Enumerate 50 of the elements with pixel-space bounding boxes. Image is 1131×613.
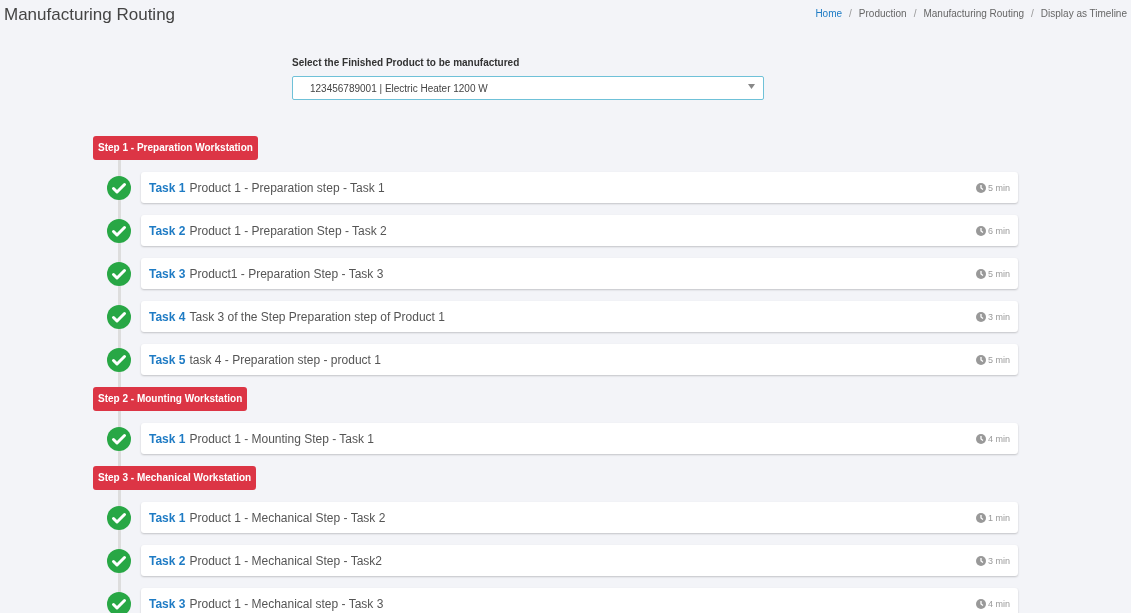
task-name: Task 3 (149, 596, 186, 611)
task-name: Task 1 (149, 431, 186, 446)
clock-icon (976, 311, 986, 322)
step-badge: Step 1 - Preparation Workstation (93, 136, 258, 160)
task-description: Product 1 - Preparation Step - Task 2 (189, 223, 387, 238)
task-description: Product 1 - Mechanical Step - Task 2 (189, 510, 386, 525)
task-description: task 4 - Preparation step - product 1 (189, 352, 381, 367)
clock-icon (976, 354, 986, 365)
task-duration: 5 min (988, 354, 1010, 365)
breadcrumb-separator: / (1031, 8, 1034, 19)
task-description: Task 3 of the Step Preparation step of Product 1 (189, 309, 445, 324)
clock-icon (976, 598, 986, 609)
task-name: Task 2 (149, 553, 186, 568)
step-badge: Step 3 - Mechanical Workstation (93, 466, 257, 490)
task-duration: 4 min (988, 598, 1010, 609)
task-description: Product 1 - Mounting Step - Task 1 (189, 431, 374, 446)
field-label: Select the Finished Product to be manufactured (292, 57, 521, 68)
clock-icon (976, 268, 986, 279)
task-name: Task 1 (149, 180, 186, 195)
task-description: Product1 - Preparation Step - Task 3 (189, 266, 384, 281)
task-description: Product 1 - Mechanical step - Task 3 (189, 596, 384, 611)
clock-icon (976, 182, 986, 193)
task-name: Task 1 (149, 510, 186, 525)
task-description: Product 1 - Preparation step - Task 1 (189, 180, 385, 195)
task-duration: 3 min (988, 311, 1010, 322)
task-name: Task 3 (149, 266, 186, 281)
task-duration: 1 min (988, 512, 1010, 523)
task-duration: 5 min (988, 268, 1010, 279)
task-name: Task 2 (149, 223, 186, 238)
product-select[interactable]: 123456789001 | Electric Heater 1200 W (292, 76, 764, 100)
task-duration: 3 min (988, 555, 1010, 566)
step-badge: Step 2 - Mounting Workstation (93, 387, 248, 411)
breadcrumb-item: Display as Timeline (1040, 8, 1127, 19)
page-title: Manufacturing Routing (4, 5, 176, 25)
caret-icon (748, 83, 755, 89)
task-name: Task 5 (149, 352, 186, 367)
breadcrumb-item: Production (858, 8, 907, 19)
breadcrumb-item: Manufacturing Routing (923, 8, 1025, 19)
task-duration: 5 min (988, 182, 1010, 193)
task-duration: 6 min (988, 225, 1010, 236)
clock-icon (976, 225, 986, 236)
task-duration: 4 min (988, 433, 1010, 444)
clock-icon (976, 433, 986, 444)
task-name: Task 4 (149, 309, 186, 324)
task-description: Product 1 - Mechanical Step - Task2 (189, 553, 382, 568)
breadcrumb-separator: / (849, 8, 852, 19)
clock-icon (976, 512, 986, 523)
breadcrumb-link[interactable]: Home (815, 8, 843, 19)
breadcrumb-separator: / (913, 8, 917, 19)
clock-icon (976, 555, 986, 566)
